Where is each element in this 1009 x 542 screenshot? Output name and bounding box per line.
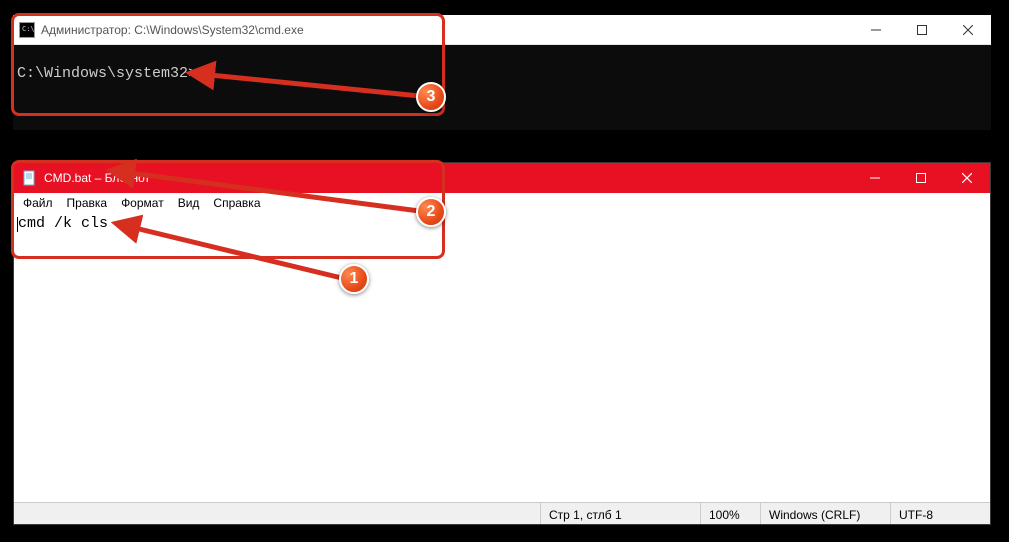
cmd-icon: C:\ <box>19 22 35 38</box>
menu-edit[interactable]: Правка <box>60 196 115 210</box>
cmd-terminal-body[interactable]: C:\Windows\system32> <box>13 45 991 130</box>
close-button[interactable] <box>945 15 991 44</box>
menu-format[interactable]: Формат <box>114 196 171 210</box>
menu-help[interactable]: Справка <box>206 196 267 210</box>
notepad-text-area[interactable]: cmd /k cls <box>14 213 990 502</box>
annotation-badge-1: 1 <box>339 264 369 294</box>
notepad-window-title: CMD.bat – Блокнот <box>44 171 852 185</box>
menu-view[interactable]: Вид <box>171 196 207 210</box>
annotation-badge-2: 2 <box>416 197 446 227</box>
notepad-window: CMD.bat – Блокнот Файл Правка Формат Вид… <box>13 162 991 525</box>
notepad-window-controls <box>852 163 990 193</box>
text-caret <box>17 217 18 232</box>
annotation-badge-3: 3 <box>416 82 446 112</box>
notepad-icon <box>22 170 38 186</box>
svg-text:C:\: C:\ <box>22 25 35 33</box>
status-encoding: UTF-8 <box>890 503 990 524</box>
notepad-content: cmd /k cls <box>18 215 108 232</box>
cmd-window-title: Администратор: C:\Windows\System32\cmd.e… <box>41 23 853 37</box>
status-zoom: 100% <box>700 503 760 524</box>
cmd-window: C:\ Администратор: C:\Windows\System32\c… <box>13 15 991 130</box>
cmd-titlebar[interactable]: C:\ Администратор: C:\Windows\System32\c… <box>13 15 991 45</box>
notepad-statusbar: Стр 1, стлб 1 100% Windows (CRLF) UTF-8 <box>14 502 990 524</box>
cmd-window-controls <box>853 15 991 44</box>
notepad-titlebar[interactable]: CMD.bat – Блокнот <box>14 163 990 193</box>
menu-file[interactable]: Файл <box>16 196 60 210</box>
status-position: Стр 1, стлб 1 <box>540 503 700 524</box>
maximize-button[interactable] <box>899 15 945 44</box>
maximize-button[interactable] <box>898 163 944 193</box>
minimize-button[interactable] <box>852 163 898 193</box>
close-button[interactable] <box>944 163 990 193</box>
cmd-prompt: C:\Windows\system32> <box>17 65 197 82</box>
minimize-button[interactable] <box>853 15 899 44</box>
notepad-menubar: Файл Правка Формат Вид Справка <box>14 193 990 213</box>
status-line-ending: Windows (CRLF) <box>760 503 890 524</box>
